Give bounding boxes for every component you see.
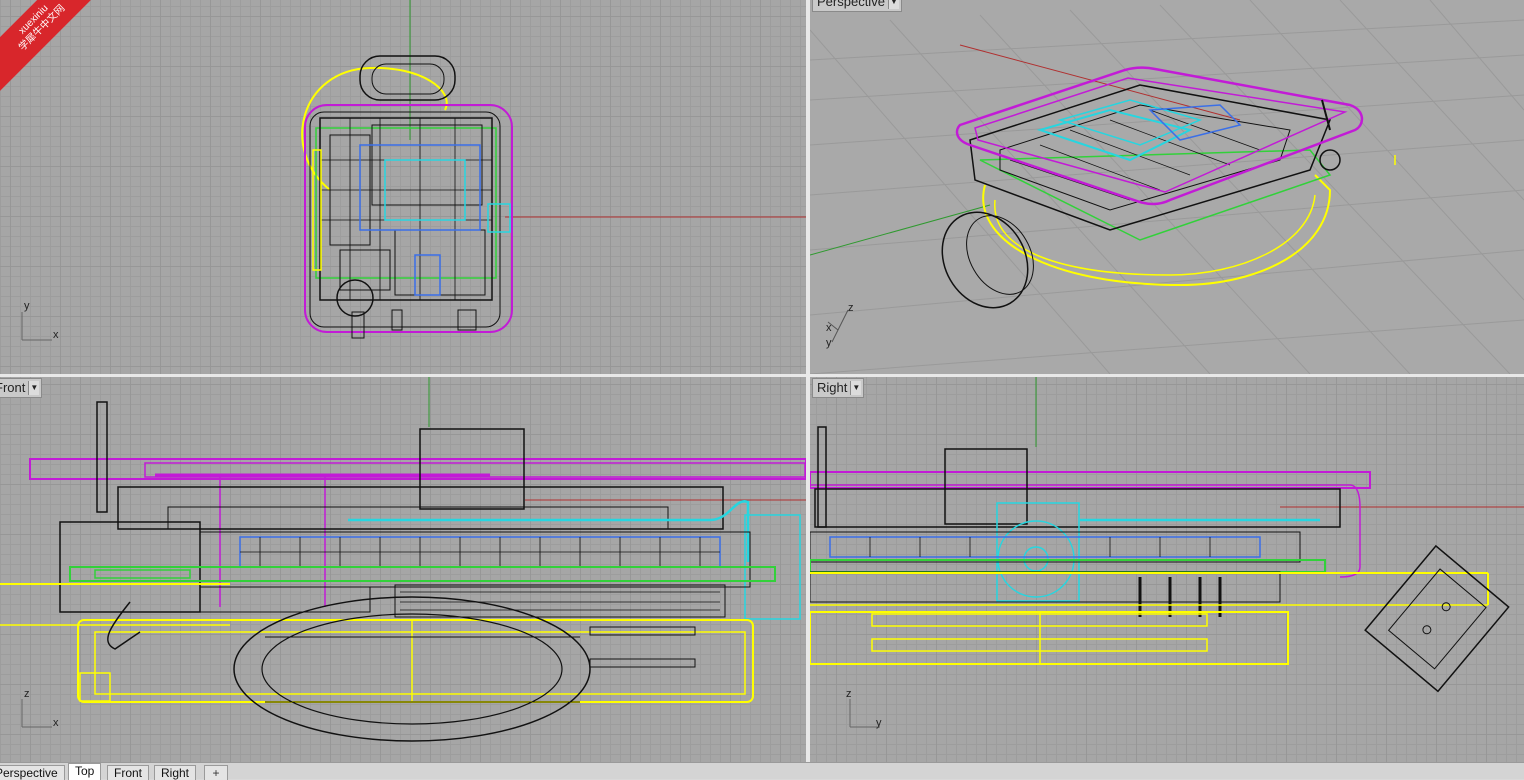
perspective-viewport-title[interactable]: Perspective ▼ [812, 0, 902, 12]
right-view-drawing [810, 377, 1524, 728]
viewport-right[interactable]: Right ▼ z y [810, 377, 1524, 762]
viewport-tab-bar: Perspective Top Front Right + [0, 762, 1524, 780]
persp-axis-y-label: y [826, 337, 832, 349]
perspective-view-drawing [810, 0, 1524, 374]
perspective-title-label: Perspective [817, 0, 885, 9]
front-title-label: Front [0, 380, 26, 395]
viewport-menu-arrow-icon[interactable]: ▼ [887, 0, 899, 9]
right-axis-y-label: y [876, 717, 882, 729]
persp-axis-z-label: z [848, 302, 854, 314]
viewport-perspective[interactable]: Perspective ▼ z x y [810, 0, 1524, 374]
persp-axis-x-label: x [826, 322, 832, 334]
viewport-menu-arrow-icon[interactable]: ▼ [28, 381, 40, 395]
front-axis-x-label: x [53, 717, 59, 729]
tab-top[interactable]: Top [68, 763, 102, 780]
right-title-label: Right [817, 380, 848, 395]
viewport-menu-arrow-icon[interactable]: ▼ [850, 381, 862, 395]
right-axis-z-label: z [846, 688, 852, 700]
right-viewport-title[interactable]: Right ▼ [812, 378, 865, 398]
top-axis-x-label: x [53, 329, 59, 341]
front-view-drawing [0, 377, 806, 742]
top-axis-y-label: y [24, 300, 30, 312]
viewport-splitter-vertical[interactable] [806, 0, 810, 762]
viewport-front[interactable]: Front ▼ z x [0, 377, 806, 762]
top-view-drawing [21, 0, 806, 341]
front-axis-z-label: z [24, 688, 30, 700]
front-viewport-title[interactable]: Front ▼ [0, 378, 43, 398]
viewport-top[interactable]: y x xuexiniu 学犀牛中文网 [0, 0, 806, 374]
viewport-splitter-horizontal[interactable] [0, 374, 1524, 377]
